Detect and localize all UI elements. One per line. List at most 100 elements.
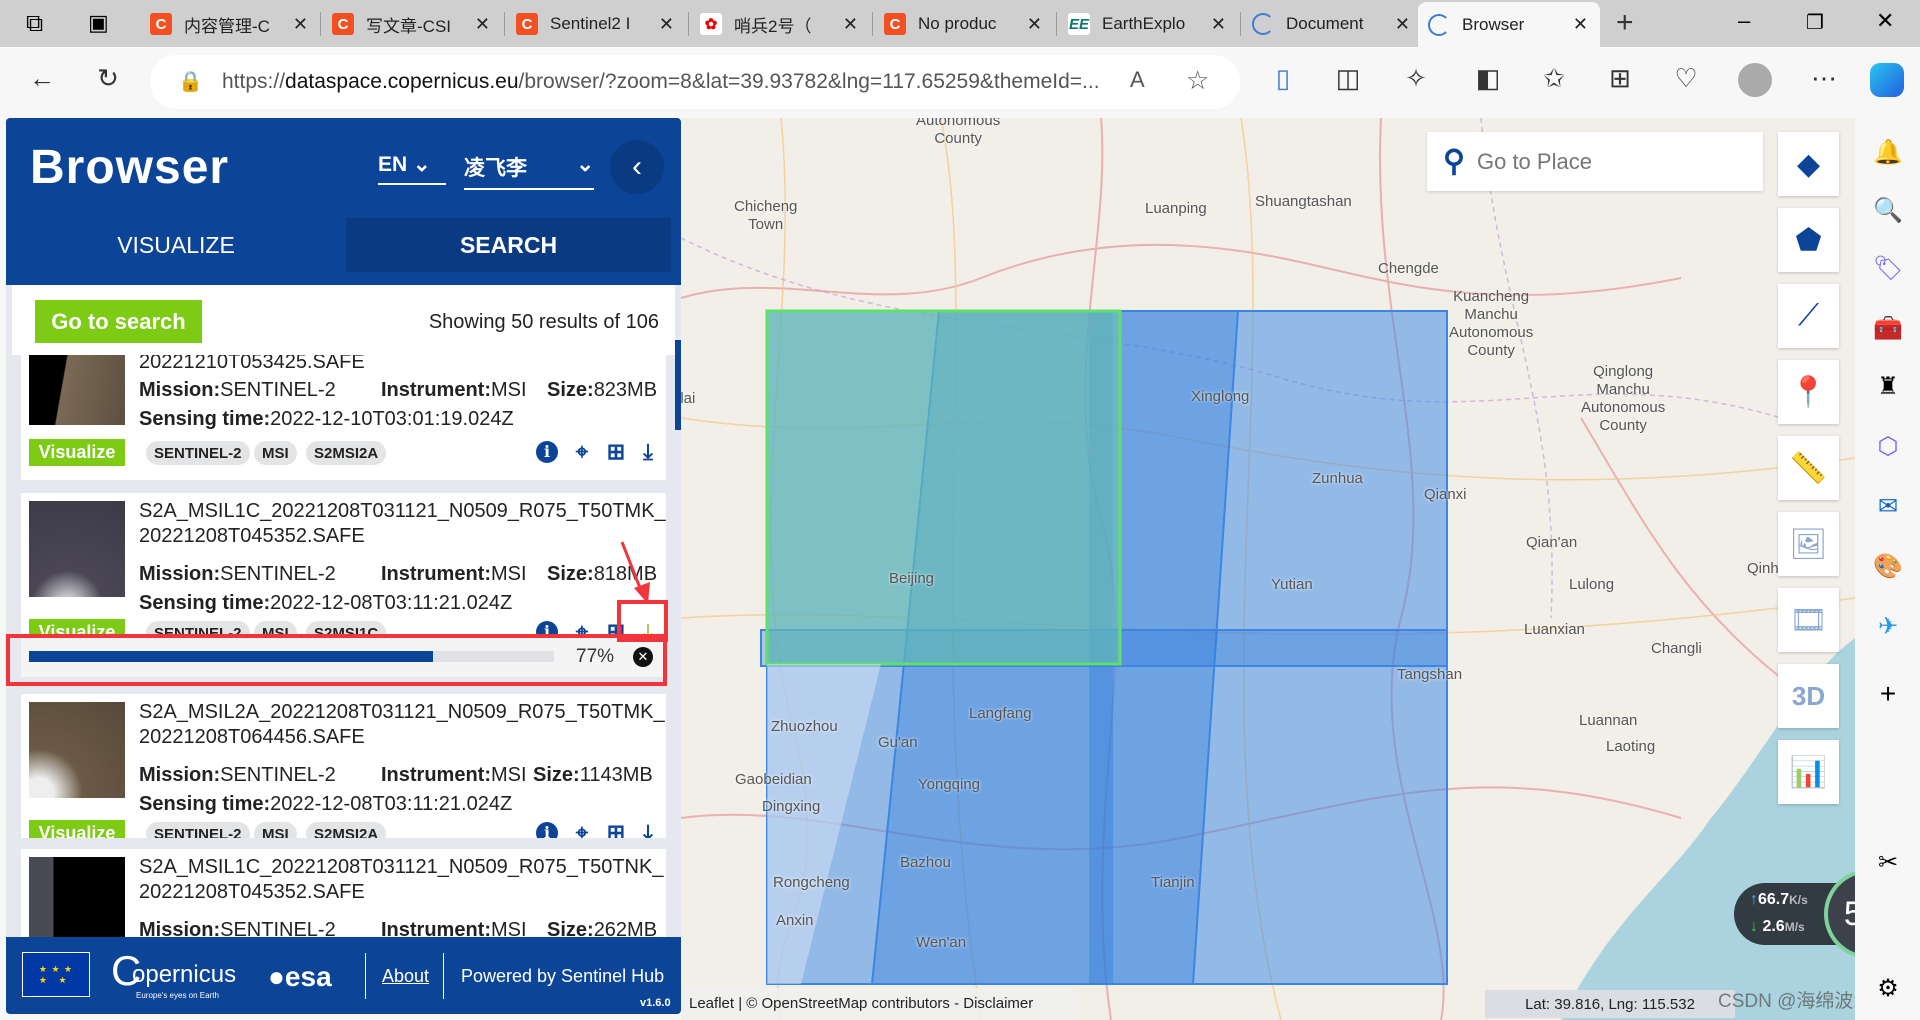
outlook-icon[interactable]: ✉: [1873, 492, 1903, 521]
collections-icon[interactable]: ⊞: [1602, 63, 1638, 94]
tab-search[interactable]: SEARCH: [346, 218, 671, 272]
close-tab-icon[interactable]: ✕: [1211, 14, 1226, 35]
url-input[interactable]: 🔒 https://dataspace.copernicus.eu/browse…: [150, 55, 1240, 109]
profile-avatar[interactable]: [1738, 63, 1772, 97]
esa-logo[interactable]: ●esa: [268, 961, 332, 993]
close-tab-icon[interactable]: ✕: [1573, 14, 1588, 35]
search-icon[interactable]: 🔍: [1873, 196, 1903, 225]
map-attribution[interactable]: Leaflet | © OpenStreetMap contributors -…: [681, 988, 1076, 1020]
chevron-down-icon: ⌄: [576, 153, 594, 176]
url-prefix: https://: [222, 70, 286, 93]
info-icon[interactable]: i: [536, 822, 558, 838]
add-to-compare-icon[interactable]: ⊞: [603, 820, 629, 838]
games-icon[interactable]: ♜: [1873, 372, 1903, 401]
location-pin-icon[interactable]: 📍: [1778, 360, 1839, 424]
result-thumbnail[interactable]: [29, 501, 125, 597]
map-label: Qian'an: [1526, 534, 1578, 551]
timelapse-film-icon[interactable]: 🎞: [1778, 588, 1839, 652]
close-tab-icon[interactable]: ✕: [843, 14, 858, 35]
image-download-icon[interactable]: 🖼: [1778, 512, 1839, 576]
statistics-chart-icon[interactable]: 📊: [1778, 740, 1839, 804]
locate-icon[interactable]: ⌖: [569, 439, 595, 465]
extension-icon[interactable]: ◫: [1330, 63, 1366, 94]
send-icon[interactable]: ✈: [1873, 612, 1903, 641]
favorites-icon[interactable]: ✩: [1536, 63, 1572, 94]
health-icon[interactable]: ♡: [1668, 63, 1704, 94]
visualize-button[interactable]: Visualize: [29, 439, 125, 466]
user-menu[interactable]: 凌飞李 ⌄: [464, 152, 594, 190]
new-tab-button[interactable]: +: [1616, 6, 1634, 40]
close-tab-icon[interactable]: ✕: [475, 14, 490, 35]
browser-tab-active[interactable]: Browser ✕: [1418, 2, 1600, 47]
browser-tab[interactable]: Document ✕: [1242, 6, 1422, 42]
add-to-compare-icon[interactable]: ⊞: [603, 439, 629, 465]
close-window-button[interactable]: ✕: [1876, 8, 1894, 34]
toolbox-icon[interactable]: 🧰: [1873, 314, 1903, 343]
layers-icon[interactable]: ◆: [1778, 132, 1839, 196]
split-screen-icon[interactable]: ◧: [1470, 63, 1506, 94]
map-label: Luanping: [1145, 200, 1207, 217]
back-icon[interactable]: ←: [24, 63, 60, 94]
about-link[interactable]: About: [382, 966, 429, 987]
annotation-arrow-icon: [620, 541, 650, 604]
favorite-star-icon[interactable]: ☆: [1186, 65, 1209, 96]
browser-tab[interactable]: ✿ 哨兵2号（ ✕: [690, 6, 870, 42]
tag-icon[interactable]: 🏷: [1873, 254, 1903, 283]
tab-label: Browser: [1462, 14, 1525, 34]
refresh-icon[interactable]: ↻: [90, 63, 126, 94]
upload-arrow-icon: ↑: [1750, 891, 1758, 908]
document-icon[interactable]: ▯: [1265, 63, 1301, 94]
language-select[interactable]: EN ⌄: [378, 152, 446, 185]
user-name: 凌飞李: [464, 157, 527, 180]
map-label: Dingxing: [762, 798, 821, 815]
screenshot-icon[interactable]: ✂: [1873, 848, 1903, 877]
workspaces-icon[interactable]: ⧉: [26, 10, 43, 38]
browser-tab[interactable]: C 内容管理-C ✕: [140, 6, 320, 42]
result-meta: Instrument:MSI: [381, 563, 527, 586]
go-to-place-input[interactable]: [1476, 148, 1737, 175]
browser-tab[interactable]: C No produc ✕: [874, 6, 1054, 42]
powered-by-link[interactable]: Powered by Sentinel Hub: [461, 966, 664, 987]
tab-actions-icon[interactable]: ▣: [88, 10, 109, 36]
sensing-label: Sensing time:: [139, 592, 271, 614]
3d-view-button[interactable]: 3D: [1778, 664, 1839, 728]
tab-visualize[interactable]: VISUALIZE: [6, 218, 346, 272]
close-tab-icon[interactable]: ✕: [1395, 14, 1410, 35]
close-tab-icon[interactable]: ✕: [1027, 14, 1042, 35]
download-icon[interactable]: ⤓: [635, 820, 661, 838]
settings-gear-icon[interactable]: ⚙: [1873, 974, 1903, 1003]
designer-icon[interactable]: 🎨: [1873, 552, 1903, 581]
result-thumbnail[interactable]: [29, 355, 125, 425]
tab-label: 内容管理-C: [184, 16, 270, 36]
tag: SENTINEL-2: [146, 441, 250, 465]
info-icon[interactable]: i: [536, 441, 558, 463]
bell-icon[interactable]: 🔔: [1873, 138, 1903, 167]
more-menu-icon[interactable]: ⋯: [1806, 63, 1842, 94]
browser-tab[interactable]: C Sentinel2 I ✕: [506, 6, 686, 42]
read-aloud-icon[interactable]: A: [1130, 67, 1145, 93]
browser-tab[interactable]: C 写文章-CSI ✕: [322, 6, 502, 42]
minimize-button[interactable]: –: [1738, 8, 1750, 34]
visualize-button[interactable]: Visualize: [29, 820, 125, 838]
restore-button[interactable]: ❐: [1806, 10, 1824, 35]
browser-tab[interactable]: EE EarthExplo ✕: [1058, 6, 1238, 42]
office-icon[interactable]: ⬡: [1873, 432, 1903, 461]
add-icon[interactable]: +: [1873, 678, 1903, 710]
result-thumbnail[interactable]: [29, 702, 125, 798]
puzzle-icon[interactable]: ✧: [1398, 63, 1434, 94]
close-tab-icon[interactable]: ✕: [293, 14, 308, 35]
loading-icon: [1428, 13, 1450, 36]
copilot-icon[interactable]: [1870, 63, 1904, 97]
go-to-place-search[interactable]: ⚲: [1427, 132, 1763, 191]
measure-ruler-icon[interactable]: 📏: [1778, 436, 1839, 500]
result-thumbnail[interactable]: [29, 857, 125, 949]
locate-icon[interactable]: ⌖: [569, 820, 595, 838]
collapse-panel-button[interactable]: ‹: [610, 140, 664, 194]
version-label: v1.6.0: [640, 997, 671, 1009]
close-tab-icon[interactable]: ✕: [659, 14, 674, 35]
draw-polygon-icon[interactable]: ⬟: [1778, 208, 1839, 272]
go-to-search-button[interactable]: Go to search: [35, 300, 202, 343]
draw-line-icon[interactable]: ⟋: [1778, 284, 1839, 348]
map-view[interactable]: Autonomous County Chicheng Town Luanping…: [681, 118, 1855, 1020]
download-icon[interactable]: ⤓: [635, 439, 661, 465]
